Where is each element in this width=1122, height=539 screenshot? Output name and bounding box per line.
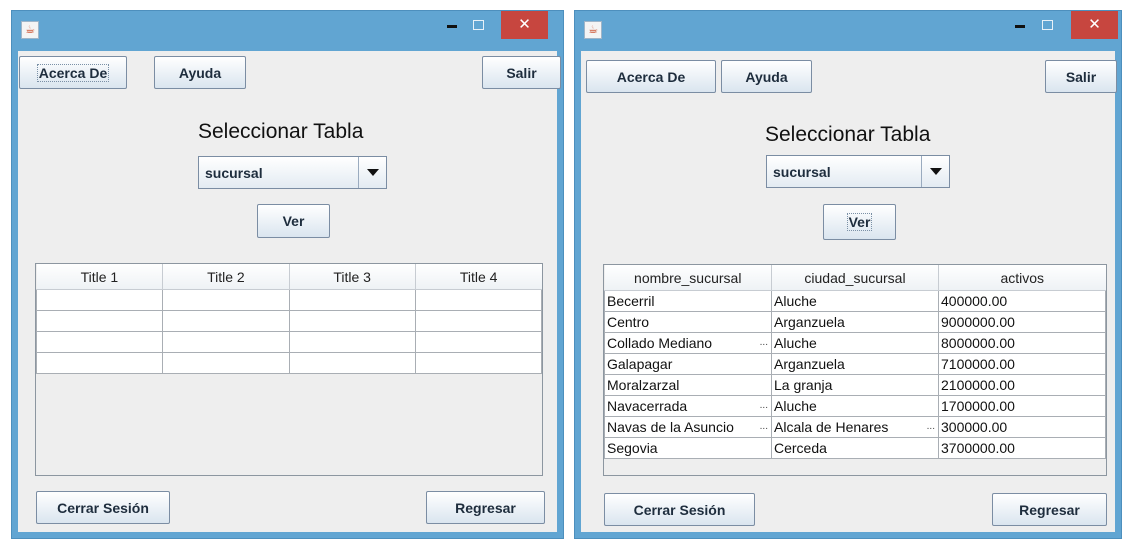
table-cell[interactable] (288, 331, 416, 353)
table-cell[interactable]: 2100000.00 (938, 374, 1106, 396)
table-cell[interactable] (36, 331, 164, 353)
exit-button[interactable]: Salir (1045, 60, 1117, 93)
table-row[interactable]: Centro Arganzuela 9000000.00 (604, 311, 1106, 333)
table-cell[interactable]: 1700000.00 (938, 395, 1106, 417)
view-button[interactable]: Ver (257, 204, 330, 238)
maximize-icon[interactable] (1034, 11, 1060, 39)
table-header-row: Title 1 Title 2 Title 3 Title 4 (36, 264, 542, 290)
table-row[interactable]: Navas de la Asuncio Alcala de Henares 30… (604, 416, 1106, 438)
table-cell[interactable]: Aluche (771, 290, 939, 312)
data-table[interactable]: Title 1 Title 2 Title 3 Title 4 (35, 263, 543, 476)
chevron-down-icon[interactable] (921, 156, 949, 187)
table-cell[interactable] (36, 310, 164, 332)
table-cell[interactable]: Aluche (771, 332, 939, 354)
column-header[interactable]: ciudad_sucursal (771, 265, 939, 291)
select-table-title: Seleccionar Tabla (198, 120, 364, 143)
column-header[interactable]: Title 4 (415, 264, 542, 290)
table-row[interactable]: Galapagar Arganzuela 7100000.00 (604, 353, 1106, 375)
table-row[interactable] (36, 310, 542, 332)
logout-button[interactable]: Cerrar Sesión (604, 493, 755, 526)
table-row[interactable] (36, 352, 542, 374)
table-cell[interactable]: Becerril (604, 290, 772, 312)
table-cell[interactable] (162, 352, 290, 374)
view-button[interactable]: Ver (823, 204, 896, 240)
table-cell[interactable] (162, 289, 290, 311)
main-panel: Acerca De Ayuda Salir Seleccionar Tabla … (581, 51, 1117, 532)
table-header-row: nombre_sucursal ciudad_sucursal activos (604, 265, 1106, 291)
column-header[interactable]: Title 2 (162, 264, 290, 290)
table-row[interactable]: Segovia Cerceda 3700000.00 (604, 437, 1106, 459)
close-icon[interactable]: ✕ (501, 11, 548, 39)
table-cell[interactable] (162, 310, 290, 332)
minimize-icon[interactable] (1007, 11, 1033, 39)
data-table[interactable]: nombre_sucursal ciudad_sucursal activos … (603, 264, 1107, 476)
logout-button[interactable]: Cerrar Sesión (36, 491, 170, 524)
window-empty-table: ☕ ✕ Acerca De Ayuda Salir Seleccionar Ta… (11, 10, 564, 539)
table-select-value: sucursal (773, 164, 831, 180)
table-row[interactable]: Navacerrada Aluche 1700000.00 (604, 395, 1106, 417)
table-row[interactable]: Moralzarzal La granja 2100000.00 (604, 374, 1106, 396)
table-cell[interactable]: La granja (771, 374, 939, 396)
table-cell[interactable] (414, 310, 542, 332)
maximize-icon[interactable] (465, 11, 491, 39)
chevron-down-icon[interactable] (358, 157, 386, 188)
table-cell[interactable] (414, 352, 542, 374)
select-table-title: Seleccionar Tabla (765, 123, 931, 146)
table-cell[interactable]: Segovia (604, 437, 772, 459)
column-header[interactable]: Title 1 (36, 264, 164, 290)
about-button[interactable]: Acerca De (19, 56, 127, 89)
title-bar[interactable]: ☕ ✕ (12, 11, 563, 51)
table-cell[interactable]: Collado Mediano (604, 332, 772, 354)
about-button[interactable]: Acerca De (586, 60, 716, 93)
table-cell[interactable] (36, 289, 164, 311)
table-cell[interactable]: Alcala de Henares (771, 416, 939, 438)
table-cell[interactable] (162, 331, 290, 353)
table-cell[interactable]: 8000000.00 (938, 332, 1106, 354)
window-populated-table: ☕ ✕ Acerca De Ayuda Salir Seleccionar Ta… (574, 10, 1122, 539)
back-button[interactable]: Regresar (426, 491, 545, 524)
table-cell[interactable]: 3700000.00 (938, 437, 1106, 459)
table-cell[interactable]: Navacerrada (604, 395, 772, 417)
table-cell[interactable]: 9000000.00 (938, 311, 1106, 333)
table-cell[interactable]: Arganzuela (771, 311, 939, 333)
table-row[interactable] (36, 289, 542, 311)
help-button[interactable]: Ayuda (154, 56, 246, 89)
minimize-icon[interactable] (439, 11, 465, 39)
main-panel: Acerca De Ayuda Salir Seleccionar Tabla … (18, 51, 561, 532)
table-cell[interactable]: Centro (604, 311, 772, 333)
column-header[interactable]: nombre_sucursal (604, 265, 772, 291)
table-cell[interactable]: Navas de la Asuncio (604, 416, 772, 438)
close-icon[interactable]: ✕ (1071, 11, 1118, 39)
table-row[interactable] (36, 331, 542, 353)
table-cell[interactable] (288, 289, 416, 311)
back-button[interactable]: Regresar (992, 493, 1107, 526)
table-select-value: sucursal (205, 165, 263, 181)
column-header[interactable]: activos (938, 265, 1106, 291)
table-select[interactable]: sucursal (766, 155, 950, 188)
java-cup-icon: ☕ (21, 21, 39, 39)
table-cell[interactable] (414, 331, 542, 353)
table-cell[interactable]: Aluche (771, 395, 939, 417)
table-cell[interactable] (288, 352, 416, 374)
table-cell[interactable] (288, 310, 416, 332)
table-cell[interactable] (36, 352, 164, 374)
table-cell[interactable] (414, 289, 542, 311)
table-cell[interactable]: 400000.00 (938, 290, 1106, 312)
title-bar[interactable]: ☕ ✕ (575, 11, 1121, 51)
table-cell[interactable]: Cerceda (771, 437, 939, 459)
table-row[interactable]: Becerril Aluche 400000.00 (604, 290, 1106, 312)
table-cell[interactable]: Arganzuela (771, 353, 939, 375)
help-button[interactable]: Ayuda (721, 60, 812, 93)
column-header[interactable]: Title 3 (289, 264, 416, 290)
java-cup-icon: ☕ (584, 21, 602, 39)
table-select[interactable]: sucursal (198, 156, 387, 189)
exit-button[interactable]: Salir (482, 56, 561, 89)
table-row[interactable]: Collado Mediano Aluche 8000000.00 (604, 332, 1106, 354)
table-cell[interactable]: Galapagar (604, 353, 772, 375)
table-cell[interactable]: 7100000.00 (938, 353, 1106, 375)
table-cell[interactable]: 300000.00 (938, 416, 1106, 438)
table-cell[interactable]: Moralzarzal (604, 374, 772, 396)
